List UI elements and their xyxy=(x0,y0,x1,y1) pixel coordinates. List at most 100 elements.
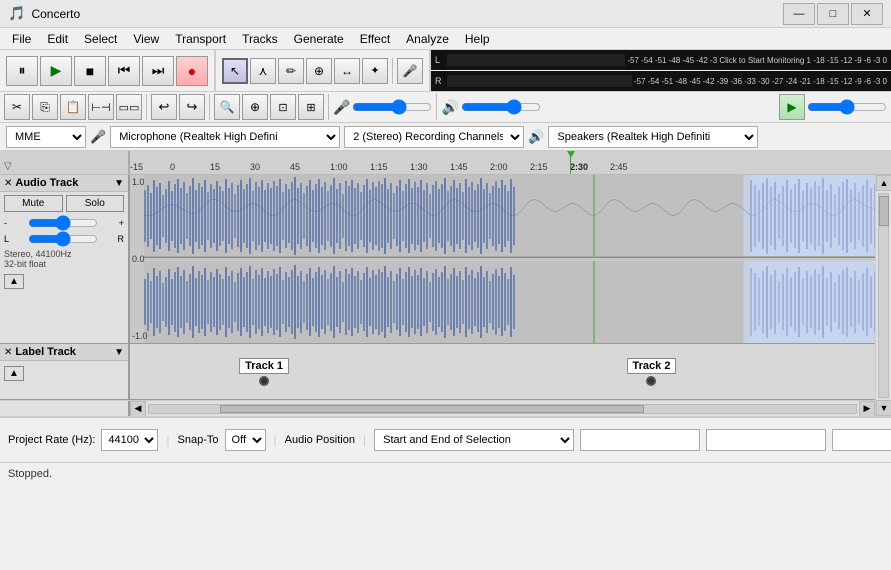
gain-slider[interactable] xyxy=(28,217,98,229)
v-scrollbar-track[interactable] xyxy=(878,193,889,398)
mute-button[interactable]: Mute xyxy=(4,195,63,212)
redo-button[interactable]: ↪ xyxy=(179,94,205,120)
undo-button[interactable]: ↩ xyxy=(151,94,177,120)
select-tool-button[interactable]: ↖ xyxy=(222,58,248,84)
ruler-triangle-icon: ▽ xyxy=(0,161,12,172)
menu-view[interactable]: View xyxy=(125,30,167,48)
time-input-1[interactable]: 00 h 02 m 23.653 s xyxy=(580,429,700,451)
menu-generate[interactable]: Generate xyxy=(286,30,352,48)
track-1-label: Track 1 xyxy=(239,358,289,374)
label-track-dropdown[interactable]: ▼ xyxy=(114,347,124,358)
label-track-name: Label Track xyxy=(15,346,114,358)
trim-button[interactable]: ⊢⊣ xyxy=(88,94,114,120)
forward-button[interactable]: ⏭ xyxy=(142,56,174,86)
audio-track-dropdown[interactable]: ▼ xyxy=(114,178,124,189)
solo-button[interactable]: Solo xyxy=(66,195,125,212)
playback-speed-slider[interactable] xyxy=(807,99,887,115)
menu-tracks[interactable]: Tracks xyxy=(234,30,286,48)
copy-button[interactable]: ⎘ xyxy=(32,94,58,120)
cut-button[interactable]: ✂ xyxy=(4,94,30,120)
menu-effect[interactable]: Effect xyxy=(352,30,398,48)
scale-1.0: 1.0 xyxy=(130,177,145,187)
label-expand-button[interactable]: ▲ xyxy=(0,361,128,385)
ruler-labels-area: -15 0 15 30 45 1:00 1:15 1:30 1:45 2:00 … xyxy=(130,151,891,174)
channel-divider xyxy=(144,257,875,258)
play-at-speed-button[interactable]: ▶ xyxy=(779,94,805,120)
v-scrollbar: ▲ ▼ xyxy=(875,175,891,416)
scroll-right-button[interactable]: ▶ xyxy=(859,401,875,417)
zoom-out-button[interactable]: 🔍 xyxy=(214,94,240,120)
v-scrollbar-thumb[interactable] xyxy=(879,196,889,226)
microphone-select[interactable]: Microphone (Realtek High Defini xyxy=(110,126,340,148)
ruler-mark-0: 0 xyxy=(170,162,175,172)
rewind-button[interactable]: ⏮ xyxy=(108,56,140,86)
ruler-mark--15: -15 xyxy=(130,162,143,172)
mic-icon-device: 🎤 xyxy=(90,129,106,145)
gain-plus: + xyxy=(119,218,124,228)
audio-track-header: ✕ Audio Track ▼ xyxy=(0,175,128,192)
bottom-status: Stopped. xyxy=(0,462,891,484)
gain-labels: - + xyxy=(4,217,124,229)
pause-button[interactable]: ⏸ xyxy=(6,56,38,86)
mic-level-slider[interactable] xyxy=(352,99,432,115)
label-track-close[interactable]: ✕ xyxy=(4,347,12,358)
scale-0.0: 0.0 xyxy=(130,254,145,264)
ruler-mark-130: 1:30 xyxy=(410,162,428,172)
label-track-container: ✕ Label Track ▼ ▲ Track 1 xyxy=(0,344,875,400)
close-button[interactable]: ✕ xyxy=(851,3,883,25)
record-button[interactable]: ● xyxy=(176,56,208,86)
paste-button[interactable]: 📋 xyxy=(60,94,86,120)
scroll-left-button[interactable]: ◀ xyxy=(130,401,146,417)
zoom-in-button[interactable]: ⊕ xyxy=(242,94,268,120)
audio-track-close[interactable]: ✕ xyxy=(4,178,12,189)
h-scrollbar-track[interactable] xyxy=(148,404,857,414)
draw-tool-button[interactable]: ✏ xyxy=(278,58,304,84)
zoom-fit-button[interactable]: ⊞ xyxy=(298,94,324,120)
envelope-tool-button[interactable]: ⋏ xyxy=(250,58,276,84)
menu-edit[interactable]: Edit xyxy=(39,30,76,48)
audio-interface-select[interactable]: MME xyxy=(6,126,86,148)
menu-analyze[interactable]: Analyze xyxy=(398,30,457,48)
pan-r: R xyxy=(117,234,124,244)
menu-transport[interactable]: Transport xyxy=(167,30,234,48)
multi-tool-button[interactable]: ✦ xyxy=(362,58,388,84)
silence-button[interactable]: ▭▭ xyxy=(116,94,142,120)
menu-bar: File Edit Select View Transport Tracks G… xyxy=(0,28,891,50)
menu-select[interactable]: Select xyxy=(76,30,125,48)
menu-file[interactable]: File xyxy=(4,30,39,48)
ruler-mark-15: 15 xyxy=(210,162,220,172)
time-input-3[interactable]: 00 h 02 m 36.776 s xyxy=(832,429,891,451)
scroll-up-button[interactable]: ▲ xyxy=(876,175,891,191)
channels-select[interactable]: 2 (Stereo) Recording Channels xyxy=(344,126,524,148)
minimize-button[interactable]: — xyxy=(783,3,815,25)
play-button[interactable]: ▶ xyxy=(40,56,72,86)
project-rate-select[interactable]: 44100 xyxy=(101,429,158,451)
pan-slider[interactable] xyxy=(28,233,98,245)
time-input-2[interactable]: 00 h 02 m 23.653 s xyxy=(706,429,826,451)
vu-scale-1: -57 -54 -51 -48 -45 -42 -3 Click to Star… xyxy=(627,56,887,65)
cursor-triangle xyxy=(567,151,575,158)
time-ruler: ▽ -15 0 15 30 45 1:00 1:15 1:30 1:45 2:0… xyxy=(0,151,891,175)
maximize-button[interactable]: □ xyxy=(817,3,849,25)
vu-bar-2 xyxy=(447,75,632,87)
scroll-down-button[interactable]: ▼ xyxy=(876,400,891,416)
sep2 xyxy=(146,94,147,120)
timeshift-tool-button[interactable]: ↔ xyxy=(334,58,360,84)
zoom-tool-button[interactable]: ⊕ xyxy=(306,58,332,84)
track-1-pin xyxy=(259,376,269,386)
vu-meter-row-1: L -57 -54 -51 -48 -45 -42 -3 Click to St… xyxy=(431,50,891,70)
menu-help[interactable]: Help xyxy=(457,30,498,48)
mic-icon: 🎤 xyxy=(333,99,350,116)
zoom-sel-button[interactable]: ⊡ xyxy=(270,94,296,120)
stop-button[interactable]: ■ xyxy=(74,56,106,86)
h-scrollbar: ◀ ▶ xyxy=(0,400,875,416)
snap-to-select[interactable]: Off xyxy=(225,429,266,451)
selection-mode-select[interactable]: Start and End of Selection xyxy=(374,429,574,451)
speaker-level-slider[interactable] xyxy=(461,99,541,115)
record-meter-button[interactable]: 🎤 xyxy=(397,58,423,84)
vu-label-r: R xyxy=(435,76,447,86)
sep5 xyxy=(436,94,437,120)
speakers-select[interactable]: Speakers (Realtek High Definiti xyxy=(548,126,758,148)
h-scrollbar-thumb[interactable] xyxy=(220,405,644,413)
collapse-button[interactable]: ▲ xyxy=(0,271,128,291)
